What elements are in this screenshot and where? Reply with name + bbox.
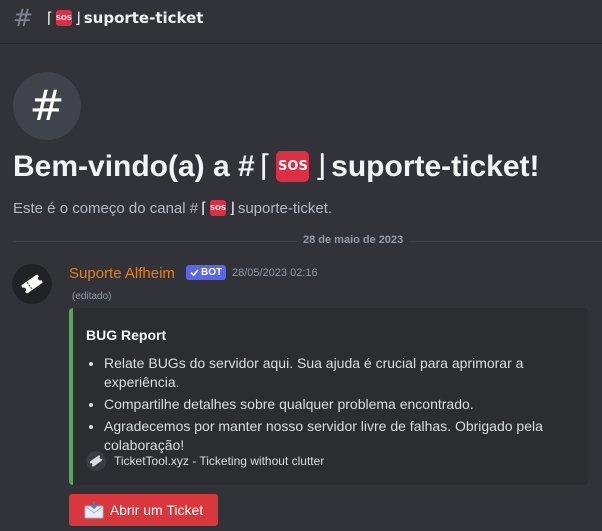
channel-header: # ⌈ SOS ⌋ suporte-ticket (0, 0, 602, 44)
sos-emoji-icon: SOS (276, 151, 310, 182)
bracket-open: ⌈ (47, 9, 53, 27)
sos-emoji-icon: SOS (210, 200, 226, 216)
embed-footer: TicketTool.xyz - Ticketing without clutt… (86, 451, 324, 471)
ticket-tool-icon (86, 451, 106, 471)
bot-badge-label: BOT (201, 267, 223, 278)
welcome-subtitle: Este é o começo do canal # ⌈ SOS ⌋ supor… (13, 199, 333, 218)
envelope-icon (84, 501, 104, 519)
channel-name: suporte-ticket (83, 9, 204, 27)
open-ticket-label: Abrir um Ticket (109, 502, 204, 518)
date-divider-label: 28 de maio de 2023 (297, 234, 410, 246)
list-item: Agradecemos por manter nosso servidor li… (104, 417, 584, 455)
channel-title: ⌈ SOS ⌋ suporte-ticket (47, 9, 203, 27)
bracket-open: ⌈ (201, 200, 207, 217)
embed-title: BUG Report (86, 327, 167, 343)
bracket-close: ⌋ (228, 200, 235, 217)
embed-footer-text: TicketTool.xyz - Ticketing without clutt… (114, 454, 325, 468)
embed: BUG Report Relate BUGs do servidor aqui.… (69, 308, 588, 485)
welcome-title-suffix: suporte-ticket! (331, 149, 540, 183)
list-item: Compartilhe detalhes sobre qualquer prob… (104, 395, 584, 414)
welcome-subtitle-suffix: suporte-ticket. (237, 199, 333, 217)
welcome-subtitle-prefix: Este é o começo do canal # (13, 199, 199, 217)
ticket-icon (21, 274, 43, 294)
checkmark-icon (190, 269, 199, 277)
bracket-close: ⌋ (74, 9, 81, 27)
bracket-close: ⌋ (314, 150, 327, 183)
edited-label: (editado) (72, 291, 112, 302)
bot-avatar[interactable] (12, 264, 52, 304)
bot-badge: BOT (186, 265, 227, 280)
hashtag-icon: # (13, 4, 34, 32)
welcome-title: Bem-vindo(a) a # ⌈ SOS ⌋ suporte-ticket! (13, 149, 540, 184)
message-author[interactable]: Suporte Alfheim (69, 265, 175, 282)
list-item: Relate BUGs do servidor aqui. Sua ajuda … (104, 354, 584, 392)
bracket-open: ⌈ (259, 150, 272, 183)
welcome-title-prefix: Bem-vindo(a) a # (13, 149, 255, 183)
message-timestamp[interactable]: 28/05/2023 02:16 (232, 267, 318, 279)
embed-list: Relate BUGs do servidor aqui. Sua ajuda … (86, 354, 584, 458)
sos-emoji-icon: SOS (56, 10, 72, 26)
channel-hashtag-icon: # (13, 72, 81, 140)
open-ticket-button[interactable]: Abrir um Ticket (69, 494, 218, 526)
